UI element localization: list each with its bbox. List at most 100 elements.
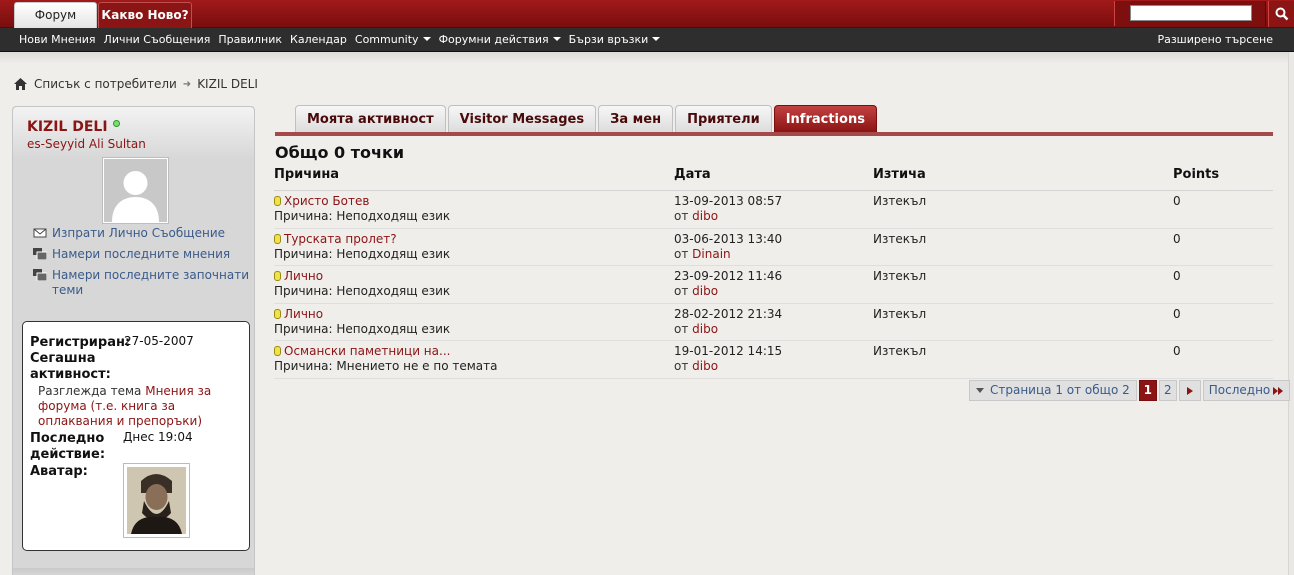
tab-friends[interactable]: Приятели (675, 105, 772, 132)
moderator-link[interactable]: Dinain (692, 247, 730, 261)
points-cell: 0 (1173, 306, 1181, 321)
tab-infractions[interactable]: Infractions (773, 105, 877, 132)
breadcrumb-current: KIZIL DELI (197, 77, 258, 91)
reason-cell: Османски паметници на... Причина: Мнение… (274, 344, 498, 374)
infraction-thread-link[interactable]: Лично (284, 269, 323, 283)
infraction-thread-link[interactable]: Христо Ботев (284, 194, 369, 208)
col-points: Points (1173, 167, 1220, 182)
breadcrumb-members-list[interactable]: Списък с потребители (34, 77, 177, 91)
expires-cell: Изтекъл (873, 231, 927, 246)
table-row: Лично Причина: Неподходящ език 28-02-201… (274, 304, 1273, 341)
expires-cell: Изтекъл (873, 194, 927, 208)
home-icon[interactable] (14, 78, 27, 90)
date-value: 23-09-2012 11:46 (674, 269, 783, 283)
find-posts-label: Намери последните мнения (52, 247, 231, 261)
arrow-right-icon (1186, 386, 1193, 395)
chevron-down-icon (552, 37, 561, 41)
send-pm-link[interactable]: Изпрати Лично Съобщение (33, 226, 253, 241)
tabs-underline (275, 132, 1273, 136)
col-expires: Изтича (873, 167, 926, 182)
tab-visitor-messages[interactable]: Visitor Messages (447, 105, 597, 132)
search-input[interactable] (1130, 5, 1252, 21)
reason-cell: Христо Ботев Причина: Неподходящ език (274, 194, 450, 224)
table-row: Лично Причина: Неподходящ език 23-09-201… (274, 266, 1273, 304)
page-2-button[interactable]: 2 (1158, 380, 1177, 401)
avatar-label: Аватар: (30, 464, 88, 479)
infraction-marker-icon (274, 196, 281, 206)
profile-avatar (102, 157, 169, 224)
search-button[interactable] (1268, 1, 1294, 27)
nav-quick-links[interactable]: Бързи връзки (569, 28, 661, 52)
nav-forum-actions[interactable]: Форумни действия (439, 28, 561, 52)
infraction-thread-link[interactable]: Османски паметници на... (284, 344, 450, 358)
last-page-label: Последно (1208, 383, 1271, 397)
find-threads-link[interactable]: Намери последните започнати теми (33, 268, 253, 298)
reason-text: Причина: Мнението не е по темата (274, 359, 498, 373)
profile-actions: Изпрати Лично Съобщение Намери последнит… (33, 226, 253, 304)
next-page-button[interactable] (1178, 380, 1201, 401)
expires-cell: Изтекъл (873, 306, 927, 321)
moderator-link[interactable]: dibo (692, 322, 718, 336)
by-prefix: от (674, 359, 689, 373)
current-activity-value: Разглежда тема Мнения за форума (т.е. кн… (38, 384, 244, 429)
moderator-link[interactable]: dibo (692, 284, 718, 298)
posts-icon (33, 248, 47, 260)
nav-community[interactable]: Community (355, 28, 431, 52)
profile-info-box: Регистриран: 27-05-2007 Сегашна активнос… (22, 321, 250, 551)
last-page-button[interactable]: Последно (1202, 380, 1291, 401)
total-points: Общо 0 точки (275, 143, 405, 162)
infraction-marker-icon (274, 233, 281, 244)
expires-cell: Изтекъл (873, 269, 927, 283)
reason-text: Причина: Неподходящ език (274, 284, 451, 298)
table-row: Турската пролет? Причина: Неподходящ ези… (274, 229, 1273, 266)
find-posts-link[interactable]: Намери последните мнения (33, 247, 253, 262)
user-avatar-image (123, 463, 190, 538)
infraction-marker-icon (274, 308, 281, 319)
nav-calendar[interactable]: Календар (290, 28, 347, 52)
col-date: Дата (674, 167, 711, 182)
default-avatar-icon (104, 159, 167, 222)
current-activity-label: Сегашна активност: (30, 351, 111, 382)
infraction-thread-link[interactable]: Лично (284, 307, 323, 321)
nav-new-posts[interactable]: Нови Мнения (19, 28, 96, 52)
chevron-down-icon (652, 37, 661, 41)
profile-user-title: es-Seyyid Ali Sultan (27, 137, 146, 151)
nav-forum-actions-label: Форумни действия (438, 33, 549, 46)
profile-username-text: KIZIL DELI (27, 119, 108, 135)
page-jump-button[interactable]: Страница 1 от общо 2 (969, 380, 1137, 401)
registered-value: 27-05-2007 (124, 334, 194, 348)
last-activity-label: Последно действие: (30, 431, 106, 462)
find-threads-label: Намери последните започнати теми (52, 268, 250, 297)
nav-rules[interactable]: Правилник (218, 28, 282, 52)
moderator-link[interactable]: dibo (692, 359, 718, 373)
envelope-icon (33, 228, 47, 238)
reason-text: Причина: Неподходящ език (274, 246, 451, 261)
top-bar (0, 0, 1294, 28)
date-cell: 28-02-2012 21:34 от dibo (674, 307, 782, 337)
points-cell: 0 (1173, 344, 1181, 358)
nav-private-messages[interactable]: Лични Съобщения (104, 28, 211, 52)
infraction-thread-link[interactable]: Турската пролет? (284, 232, 397, 246)
tab-my-activity[interactable]: Моята активност (295, 105, 446, 132)
by-prefix: от (674, 284, 689, 298)
moderator-link[interactable]: dibo (692, 209, 718, 223)
scrollbar-track[interactable] (1288, 52, 1294, 575)
pagination: Страница 1 от общо 2 1 2 Последно (969, 380, 1291, 401)
tab-about-me[interactable]: За мен (598, 105, 674, 132)
date-cell: 23-09-2012 11:46 от dibo (674, 269, 782, 299)
by-prefix: от (674, 209, 689, 223)
points-cell: 0 (1173, 194, 1181, 208)
reason-text: Причина: Неподходящ език (274, 209, 451, 223)
send-pm-label: Изпрати Лично Съобщение (52, 226, 226, 240)
profile-sidebar: KIZIL DELI es-Seyyid Ali Sultan Изпрати … (12, 106, 255, 575)
col-reason: Причина (274, 167, 340, 182)
header-shadow (0, 52, 1294, 64)
sidebar-footer (13, 568, 254, 575)
page-1-button[interactable]: 1 (1138, 380, 1157, 401)
advanced-search-link[interactable]: Разширено търсене (1157, 28, 1273, 52)
tab-whats-new[interactable]: Какво Ново? (98, 2, 192, 28)
tab-forum[interactable]: Форум (14, 2, 97, 28)
breadcrumb-separator-icon: ➜ (182, 78, 192, 90)
reason-text: Причина: Неподходящ език (274, 321, 451, 336)
date-value: 19-01-2012 14:15 (674, 344, 783, 358)
